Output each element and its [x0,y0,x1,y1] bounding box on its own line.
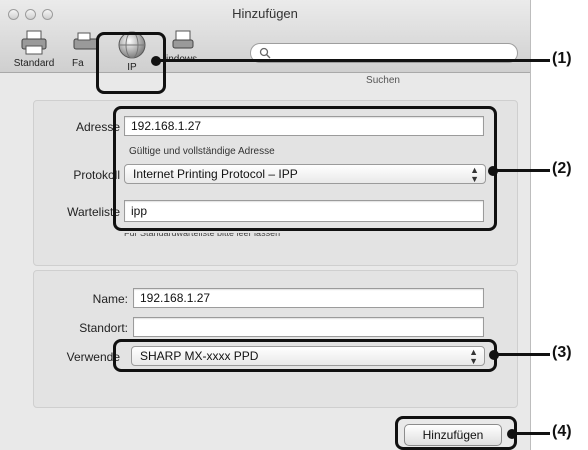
callout-box-2 [113,106,497,231]
name-field[interactable]: 192.168.1.27 [133,288,484,308]
callout-box-3 [113,339,497,372]
search-icon [259,47,271,59]
use-label: Verwende [66,350,120,364]
location-field[interactable] [133,317,484,337]
callout-line-3 [494,353,550,356]
callout-label-4: (4) [552,423,572,440]
window-title: Hinzufügen [232,6,298,21]
callout-line-4 [512,432,550,435]
queue-label: Warteliste [67,205,120,219]
windows-printer-icon [172,30,194,49]
callout-label-2: (2) [552,160,572,177]
toolbar-fax-label: Fa [72,58,84,69]
toolbar-standard-button[interactable]: Standard [6,30,62,69]
search-label: Suchen [366,75,400,86]
toolbar-standard-label: Standard [13,58,55,69]
address-label: Adresse [75,120,120,134]
callout-label-1: (1) [552,50,572,67]
callout-box-4 [395,416,517,450]
location-label: Standort: [79,321,128,335]
name-label: Name: [92,292,128,306]
protocol-label: Protokoll [73,168,120,182]
queue-hint: Für Standardwarteliste bitte leer lassen [124,233,281,238]
title-bar: Hinzufügen Standard Fa IP [0,0,530,73]
callout-label-3: (3) [552,344,572,361]
callout-line-1 [156,59,550,62]
printer-icon [21,30,47,55]
callout-line-2 [493,169,550,172]
